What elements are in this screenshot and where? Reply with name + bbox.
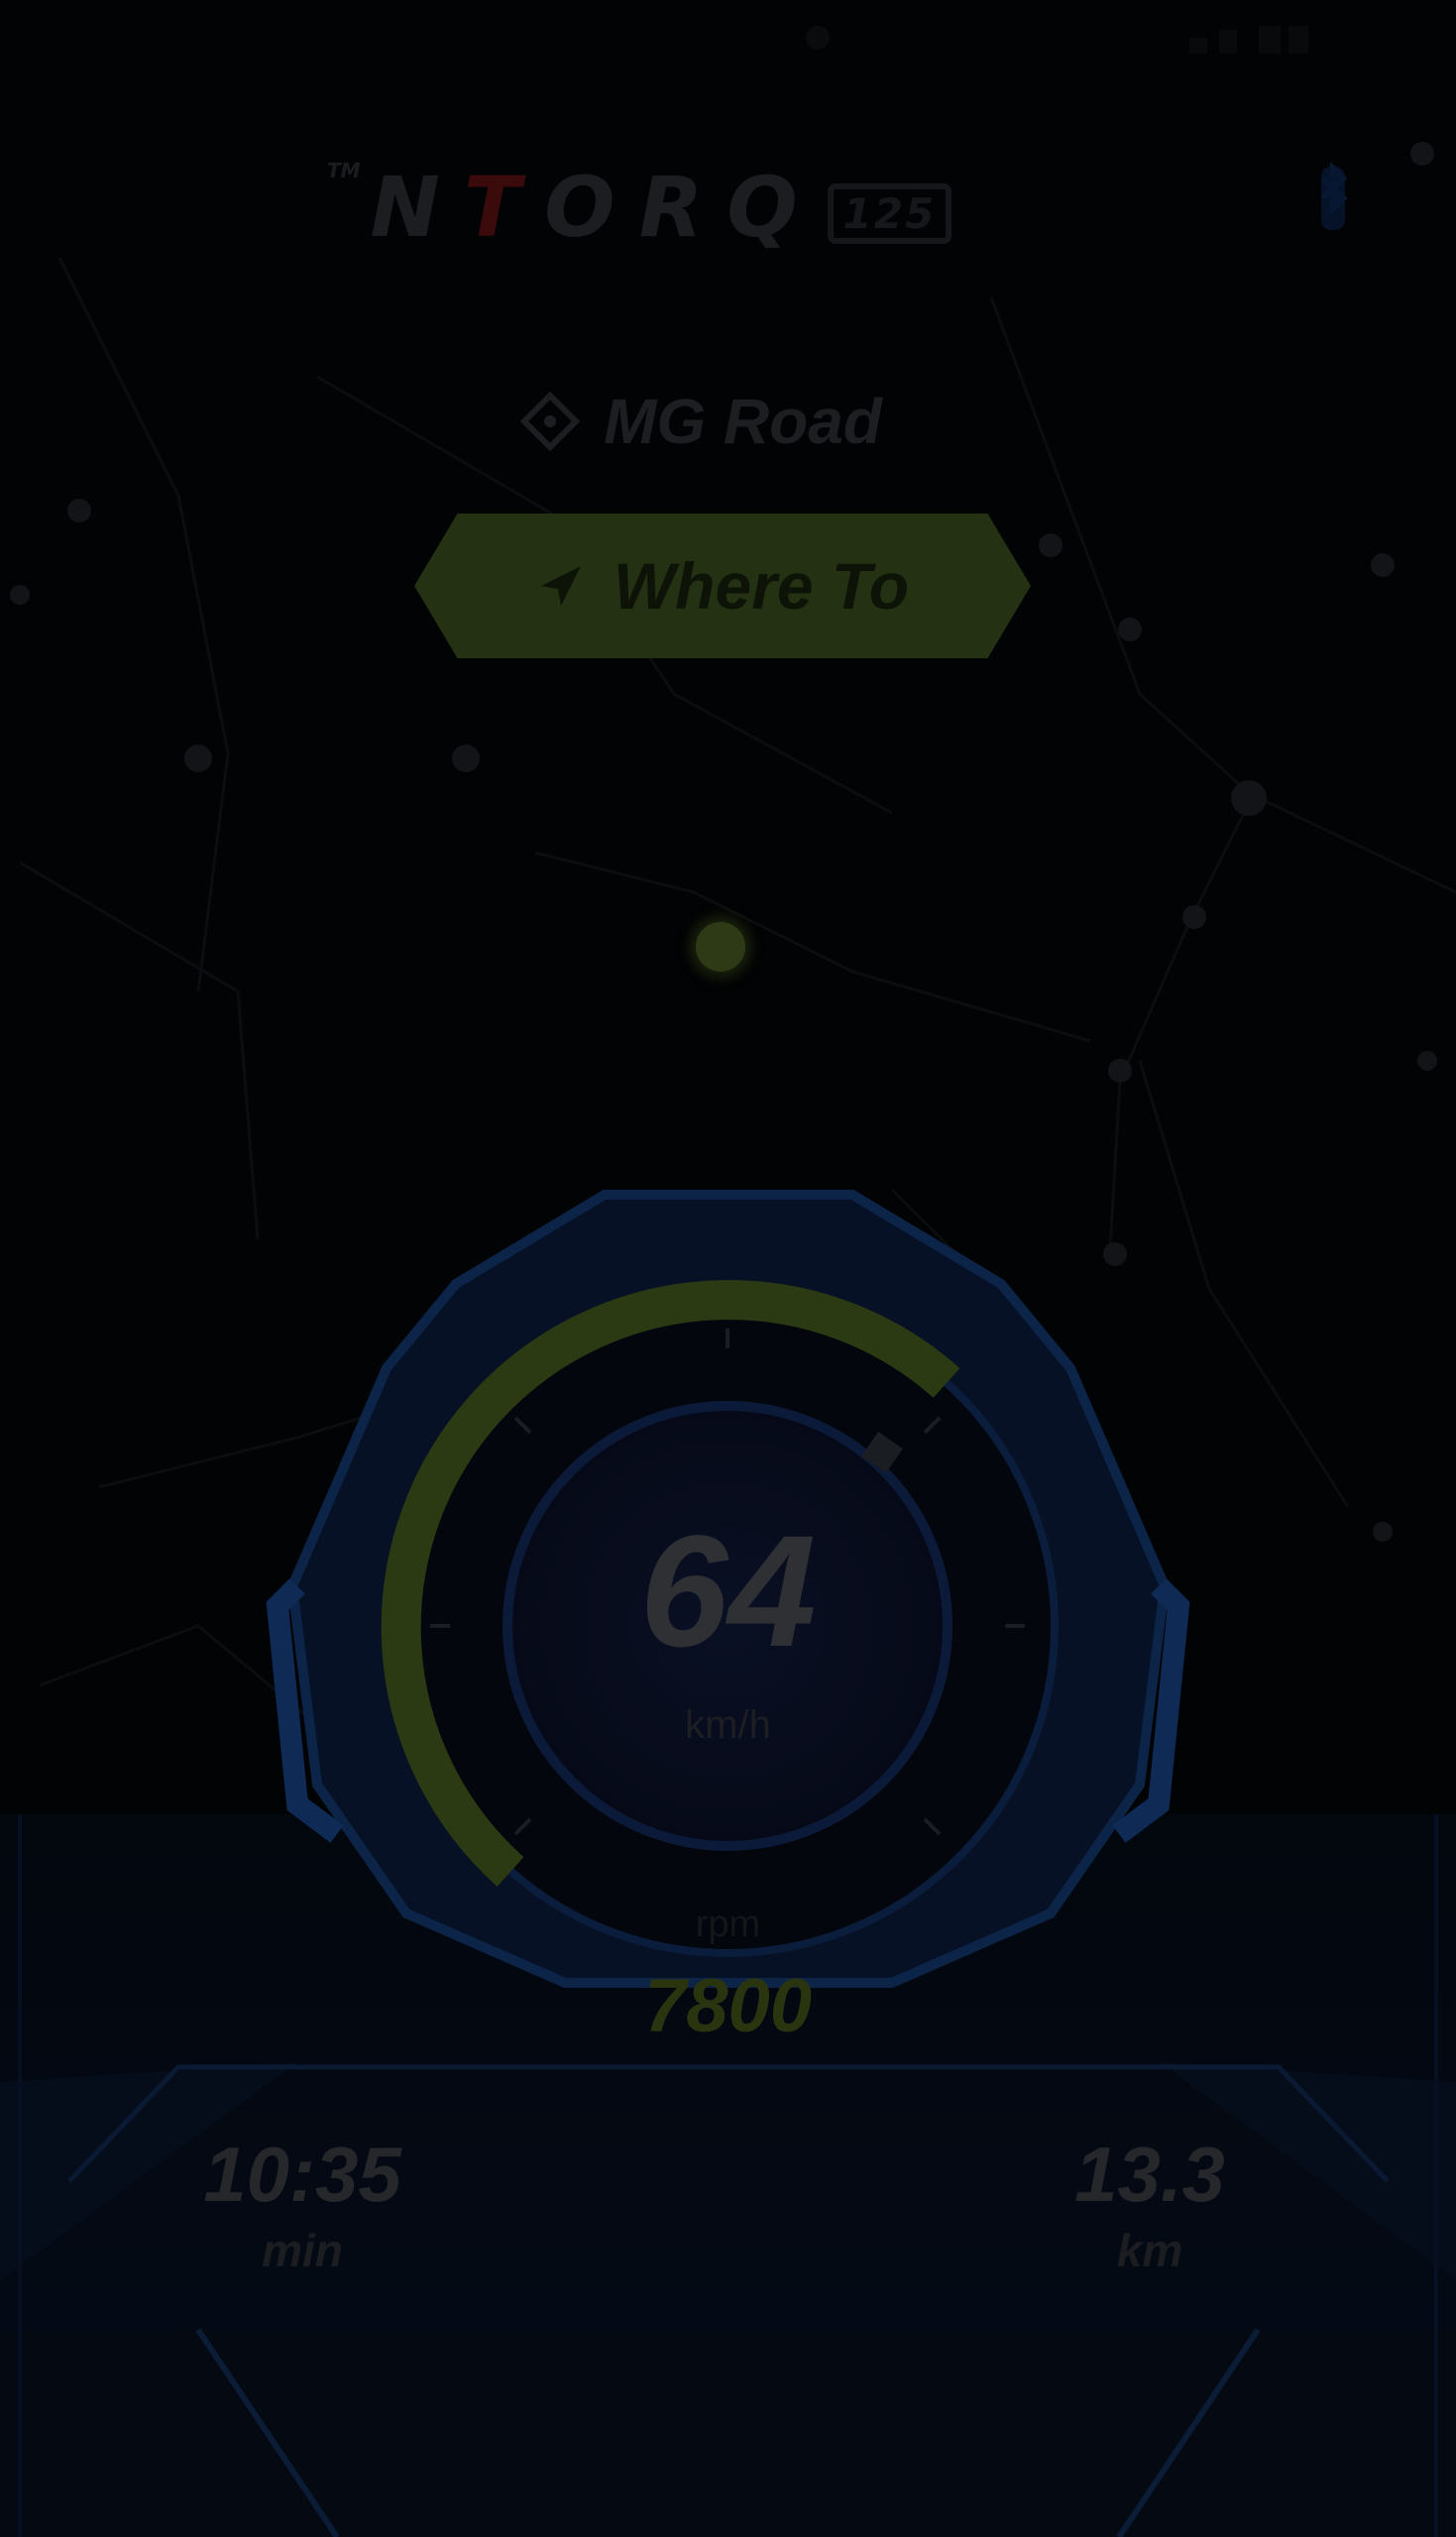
navigation-arrow-icon [540,566,581,606]
current-position-marker [696,922,745,972]
rpm-label: rpm [695,1903,761,1945]
eta-stat: 10:35 min [134,2130,471,2277]
brand-tm: TM [327,159,361,182]
brand-suffix: 125 [827,182,952,244]
distance-stat: 13.3 km [981,2130,1318,2277]
notification-dot-icon [806,26,830,50]
location-name: MG Road [604,386,882,457]
eta-unit: min [262,2225,343,2276]
bluetooth-icon[interactable] [1313,159,1353,238]
brand-letter-n: N [370,159,464,256]
rpm-value: 7800 [643,1964,813,2048]
distance-value: 13.3 [1074,2131,1225,2218]
current-location: MG Road [520,382,882,461]
speed-unit: km/h [685,1703,771,1747]
where-to-label: Where To [613,549,910,623]
brand-logo: TM NTORQ 125 [327,159,1120,256]
signal-battery-icon [1189,26,1308,54]
speed-value: 64 [639,1502,817,1679]
location-diamond-icon [520,392,580,451]
where-to-button[interactable]: Where To [414,514,1031,658]
brand-letters-orq: ORQ [544,159,822,256]
distance-unit: km [1116,2225,1183,2276]
brand-letter-t: T [463,159,545,256]
app-screen: TM NTORQ 125 MG Road Where To 64 km/h rpm … [0,0,1456,2537]
eta-value: 10:35 [203,2131,401,2218]
